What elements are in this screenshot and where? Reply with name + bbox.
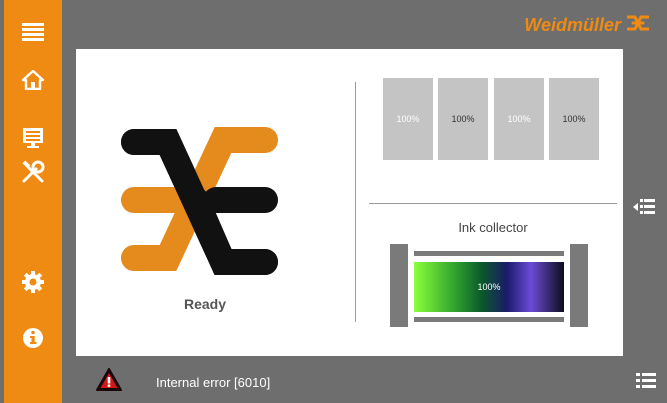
top-bar: Weidmüller <box>62 0 667 48</box>
ink-collector-right-post <box>570 244 588 327</box>
error-warning-button[interactable] <box>96 368 122 397</box>
horizontal-divider <box>369 203 617 204</box>
home-button[interactable] <box>4 64 62 100</box>
collapse-list-icon <box>632 199 656 221</box>
brand-logo: Weidmüller <box>524 14 650 37</box>
ink-collector-title: Ink collector <box>458 220 528 235</box>
settings-button[interactable] <box>4 266 62 302</box>
log-list-button[interactable] <box>636 372 656 395</box>
ink-level-label: 100% <box>507 114 531 124</box>
status-logo-icon <box>120 124 282 281</box>
ink-level-label: 100% <box>451 114 475 124</box>
ink-collector-label: 100% <box>477 282 501 292</box>
info-icon <box>22 327 44 354</box>
ink-collector-top-rail <box>414 251 564 256</box>
weidmuller-logo-icon <box>626 14 650 37</box>
status-label: Ready <box>183 296 227 312</box>
home-icon <box>21 69 45 95</box>
ink-level-label: 100% <box>562 114 586 124</box>
tools-button[interactable] <box>4 156 62 192</box>
display-button[interactable] <box>4 122 62 158</box>
hamburger-menu-icon <box>22 22 44 47</box>
ink-slot-4[interactable]: 100% <box>549 78 599 160</box>
menu-button[interactable] <box>4 16 62 52</box>
ink-collector-left-post <box>390 244 408 327</box>
sidebar <box>4 0 62 403</box>
monitor-icon <box>22 127 44 154</box>
ink-collector-level[interactable]: 100% <box>414 262 564 312</box>
collapse-panel-button[interactable] <box>632 197 656 222</box>
ink-collector-bottom-rail <box>414 317 564 322</box>
gear-icon <box>22 270 44 298</box>
error-message: Internal error [6010] <box>156 375 271 390</box>
warning-icon <box>96 368 122 396</box>
brand-name: Weidmüller <box>524 15 621 35</box>
ink-slot-2[interactable]: 100% <box>438 78 488 160</box>
ink-slot-3[interactable]: 100% <box>494 78 544 160</box>
ink-level-label: 100% <box>396 114 420 124</box>
list-icon <box>636 373 656 394</box>
tools-icon <box>21 159 45 189</box>
vertical-divider <box>355 82 356 322</box>
info-button[interactable] <box>4 322 62 358</box>
ink-slot-1[interactable]: 100% <box>383 78 433 160</box>
